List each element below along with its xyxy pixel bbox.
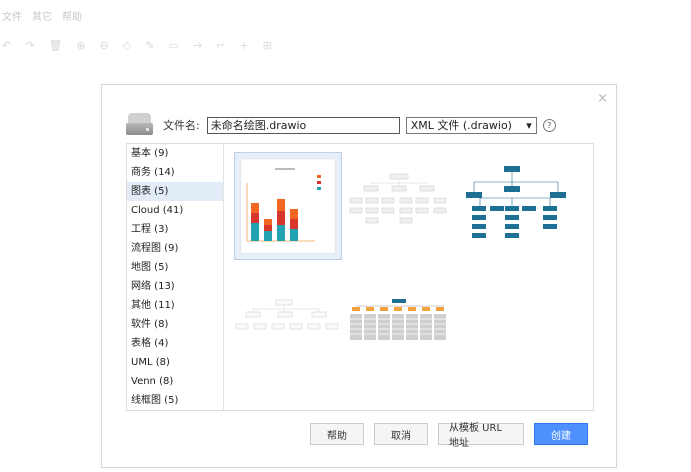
category-business[interactable]: 商务 (14) [127,163,223,182]
plus-icon: + [239,38,249,52]
orange-tree-preview-icon [350,299,446,340]
template-thumbnail-light-tree[interactable] [230,294,342,344]
light-tree-preview-icon [235,299,339,330]
create-button[interactable]: 创建 [534,423,588,445]
category-charts[interactable]: 图表 (5) [127,182,223,201]
close-icon[interactable]: × [597,91,608,106]
delete-icon: 🗑 [48,38,63,52]
category-cloud[interactable]: Cloud (41) [127,201,223,220]
background-menubar: 文件 其它 帮助 [0,8,82,28]
category-flowchart[interactable]: 流程图 (9) [127,239,223,258]
table-icon: ⊞ [262,38,272,52]
background-toolbar: ↶ ↷ 🗑 ⊕ ⊖ ◇ ✎ ▭ → ⌐ + ⊞ [0,36,422,54]
template-grid [224,144,593,410]
filename-row: 文件名: XML 文件 (.drawio) ▾ ? [126,113,556,137]
category-other[interactable]: 其他 (11) [127,296,223,315]
filename-input[interactable] [206,116,400,134]
format-select-value: XML 文件 (.drawio) [410,119,512,132]
category-list: 基本 (9) 商务 (14) 图表 (5) Cloud (41) 工程 (3) … [127,144,224,410]
shape-icon: ▭ [168,38,179,52]
category-wireframes[interactable]: 线框图 (5) [127,391,223,410]
help-button[interactable]: 帮助 [310,423,364,445]
template-thumbnail-gray-org-chart[interactable] [344,164,454,244]
category-venn[interactable]: Venn (8) [127,372,223,391]
cancel-button[interactable]: 取消 [374,423,428,445]
hard-drive-icon [126,113,153,137]
bg-menu-file: 文件 [2,12,22,23]
waypoint-icon: ⌐ [216,38,226,52]
template-thumbnail-blue-org-chart[interactable] [460,162,572,246]
category-maps[interactable]: 地图 (5) [127,258,223,277]
category-basic[interactable]: 基本 (9) [127,144,223,163]
category-tables[interactable]: 表格 (4) [127,334,223,353]
bg-menu-help: 帮助 [62,12,82,23]
redo-icon: ↷ [25,38,35,52]
pen-icon: ✎ [145,38,155,52]
category-uml[interactable]: UML (8) [127,353,223,372]
from-template-url-button[interactable]: 从模板 URL 地址 [438,423,524,449]
zoom-out-icon: ⊖ [99,38,109,52]
new-diagram-dialog: × 文件名: XML 文件 (.drawio) ▾ ? 基本 (9) 商务 (1… [101,84,617,468]
category-engineering[interactable]: 工程 (3) [127,220,223,239]
dialog-button-bar: 帮助 取消 从模板 URL 地址 创建 [310,423,588,449]
blue-org-chart-preview-icon [466,166,566,238]
undo-icon: ↶ [2,38,12,52]
filename-label: 文件名: [163,119,200,132]
bg-menu-other: 其它 [32,12,52,23]
template-thumbnail-bar-chart[interactable] [234,152,342,260]
help-icon[interactable]: ? [542,118,556,132]
zoom-in-icon: ⊕ [76,38,86,52]
category-network[interactable]: 网络 (13) [127,277,223,296]
template-panel: 基本 (9) 商务 (14) 图表 (5) Cloud (41) 工程 (3) … [126,143,594,411]
gray-org-chart-preview-icon [349,173,447,224]
template-thumbnail-orange-tree[interactable] [344,296,456,346]
format-select[interactable]: XML 文件 (.drawio) ▾ [405,116,537,134]
category-software[interactable]: 软件 (8) [127,315,223,334]
arrow-icon: → [192,38,203,52]
fill-icon: ◇ [122,38,132,52]
bar-chart-preview-icon [240,158,336,254]
chevron-down-icon: ▾ [526,118,532,132]
